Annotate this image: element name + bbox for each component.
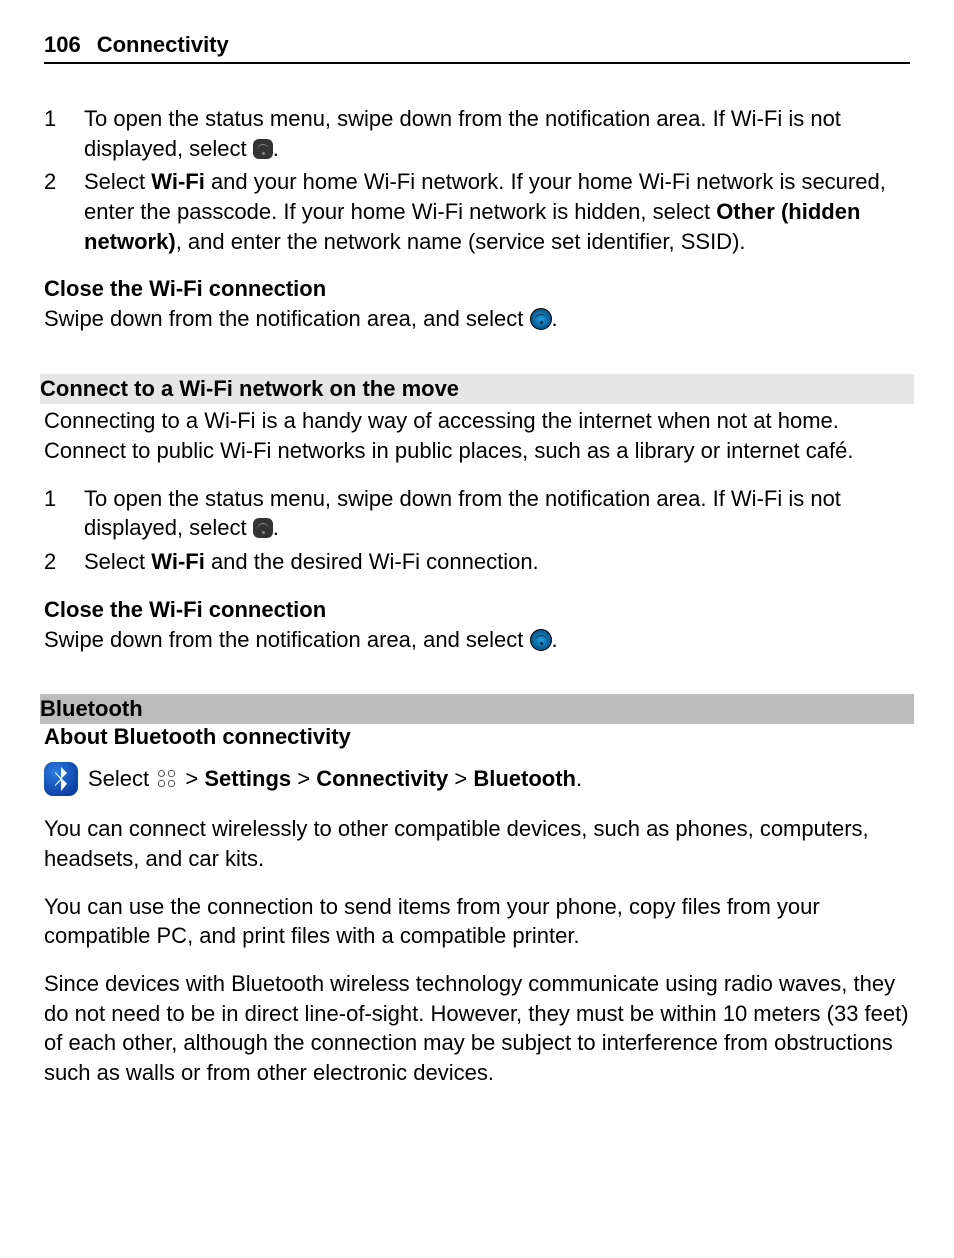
bluetooth-icon <box>44 762 78 796</box>
bluetooth-paragraph: You can use the connection to send items… <box>44 892 910 951</box>
close-wifi-heading: Close the Wi-Fi connection <box>44 276 910 302</box>
wifi-off-icon <box>253 518 273 538</box>
step-number: 2 <box>44 167 84 197</box>
section-bar-bluetooth: Bluetooth <box>40 694 914 724</box>
bluetooth-paragraph: You can connect wirelessly to other comp… <box>44 814 910 873</box>
list-item: 1 To open the status menu, swipe down fr… <box>44 484 910 543</box>
list-item: 2 Select Wi-Fi and the desired Wi-Fi con… <box>44 547 910 577</box>
step-number: 1 <box>44 484 84 514</box>
page-number: 106 <box>44 32 81 57</box>
list-item: 2 Select Wi-Fi and your home Wi-Fi netwo… <box>44 167 910 256</box>
close-wifi-heading: Close the Wi-Fi connection <box>44 597 910 623</box>
step-number: 1 <box>44 104 84 134</box>
close-wifi-text: Swipe down from the notification area, a… <box>44 625 910 655</box>
section-bar-on-the-move: Connect to a Wi-Fi network on the move <box>40 374 914 404</box>
close-wifi-text: Swipe down from the notification area, a… <box>44 304 910 334</box>
step-body: Select Wi-Fi and the desired Wi-Fi conne… <box>84 547 910 577</box>
page-title: Connectivity <box>97 32 229 57</box>
apps-grid-icon <box>157 769 177 789</box>
step-body: To open the status menu, swipe down from… <box>84 104 910 163</box>
about-bluetooth-heading: About Bluetooth connectivity <box>44 724 910 750</box>
step-number: 2 <box>44 547 84 577</box>
wifi-on-icon <box>530 308 552 330</box>
list-item: 1 To open the status menu, swipe down fr… <box>44 104 910 163</box>
manual-page: 106 Connectivity 1 To open the status men… <box>0 0 954 1258</box>
section-intro: Connecting to a Wi-Fi is a handy way of … <box>44 406 910 465</box>
bluetooth-paragraph: Since devices with Bluetooth wireless te… <box>44 969 910 1088</box>
wifi-on-icon <box>530 629 552 651</box>
running-header: 106 Connectivity <box>44 32 910 64</box>
steps-list-public-wifi: 1 To open the status menu, swipe down fr… <box>44 484 910 577</box>
wifi-off-icon <box>253 139 273 159</box>
steps-list-home-wifi: 1 To open the status menu, swipe down fr… <box>44 104 910 256</box>
bluetooth-path-line: Select > Settings > Connectivity > Bluet… <box>44 762 910 796</box>
step-body: Select Wi-Fi and your home Wi-Fi network… <box>84 167 910 256</box>
step-body: To open the status menu, swipe down from… <box>84 484 910 543</box>
